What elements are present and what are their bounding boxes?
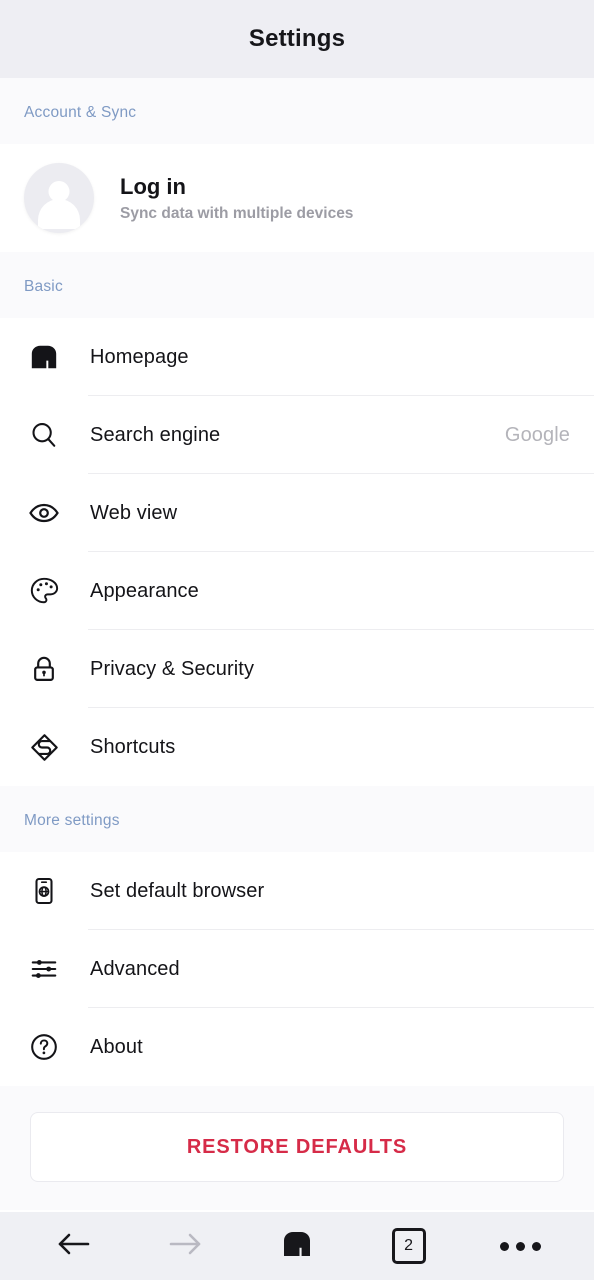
eye-icon	[24, 493, 64, 533]
sliders-icon	[24, 949, 64, 989]
search-icon	[24, 415, 64, 455]
avatar-body	[38, 199, 80, 229]
restore-defaults-area: RESTORE DEFAULTS	[0, 1086, 594, 1210]
settings-row-shortcuts[interactable]: Shortcuts	[0, 708, 594, 786]
settings-row-label: Appearance	[90, 579, 199, 602]
layers-icon	[24, 727, 64, 767]
title-bar: Settings	[0, 0, 594, 78]
phone-globe-icon	[24, 871, 64, 911]
settings-row-privacy-security[interactable]: Privacy & Security	[0, 630, 594, 708]
maxthon-logo-icon	[281, 1228, 313, 1265]
section-label-account: Account & Sync	[24, 104, 137, 121]
more-settings-list: Set default browser Advanced About	[0, 852, 594, 1086]
login-text-block: Log in Sync data with multiple devices	[120, 173, 353, 224]
settings-row-value: Google	[504, 423, 570, 446]
bottom-navigation-bar: 2	[0, 1212, 594, 1280]
tab-count-badge: 2	[391, 1228, 426, 1264]
maxthon-logo-icon	[24, 337, 64, 377]
nav-menu-button[interactable]	[484, 1218, 556, 1274]
settings-row-label: Search engine	[90, 423, 221, 446]
login-row[interactable]: Log in Sync data with multiple devices	[0, 144, 594, 252]
more-horizontal-icon	[499, 1241, 541, 1251]
person-avatar-icon	[24, 163, 94, 233]
question-circle-icon	[24, 1027, 64, 1067]
section-label-more: More settings	[24, 812, 120, 829]
lock-icon	[24, 649, 64, 689]
login-subtitle: Sync data with multiple devices	[120, 205, 354, 223]
settings-row-label: Homepage	[90, 345, 189, 368]
page-title: Settings	[248, 25, 346, 52]
section-header-account: Account & Sync	[0, 78, 594, 144]
menu-dot	[531, 1241, 541, 1251]
nav-tabs-button[interactable]: 2	[373, 1218, 445, 1274]
settings-row-set-default-browser[interactable]: Set default browser	[0, 852, 594, 930]
arrow-right-icon	[166, 1229, 204, 1264]
arrow-left-icon	[55, 1229, 93, 1264]
settings-row-label: Advanced	[90, 957, 180, 980]
menu-dot	[515, 1241, 525, 1251]
settings-row-label: Set default browser	[90, 879, 265, 902]
settings-row-label: Web view	[90, 501, 178, 524]
settings-row-label: Privacy & Security	[90, 657, 255, 680]
section-header-more: More settings	[0, 786, 594, 852]
palette-icon	[24, 571, 64, 611]
settings-row-advanced[interactable]: Advanced	[0, 930, 594, 1008]
settings-row-about[interactable]: About	[0, 1008, 594, 1086]
basic-settings-list: Homepage Search engine Google Web view A…	[0, 318, 594, 786]
section-label-basic: Basic	[24, 278, 63, 295]
nav-back-button[interactable]	[38, 1218, 110, 1274]
settings-scroll-area: Account & Sync Log in Sync data with mul…	[0, 78, 594, 1212]
login-title: Log in	[120, 173, 186, 199]
settings-row-homepage[interactable]: Homepage	[0, 318, 594, 396]
settings-row-label: Shortcuts	[90, 735, 176, 758]
menu-dot	[499, 1241, 509, 1251]
section-header-basic: Basic	[0, 252, 594, 318]
settings-screen: Settings Account & Sync Log in Sync data…	[0, 0, 594, 1280]
restore-defaults-button[interactable]: RESTORE DEFAULTS	[30, 1112, 564, 1182]
settings-row-appearance[interactable]: Appearance	[0, 552, 594, 630]
settings-row-label: About	[90, 1035, 143, 1058]
settings-row-web-view[interactable]: Web view	[0, 474, 594, 552]
nav-forward-button[interactable]	[149, 1218, 221, 1274]
nav-home-button[interactable]	[261, 1218, 333, 1274]
restore-defaults-label: RESTORE DEFAULTS	[186, 1135, 408, 1158]
settings-row-search-engine[interactable]: Search engine Google	[0, 396, 594, 474]
